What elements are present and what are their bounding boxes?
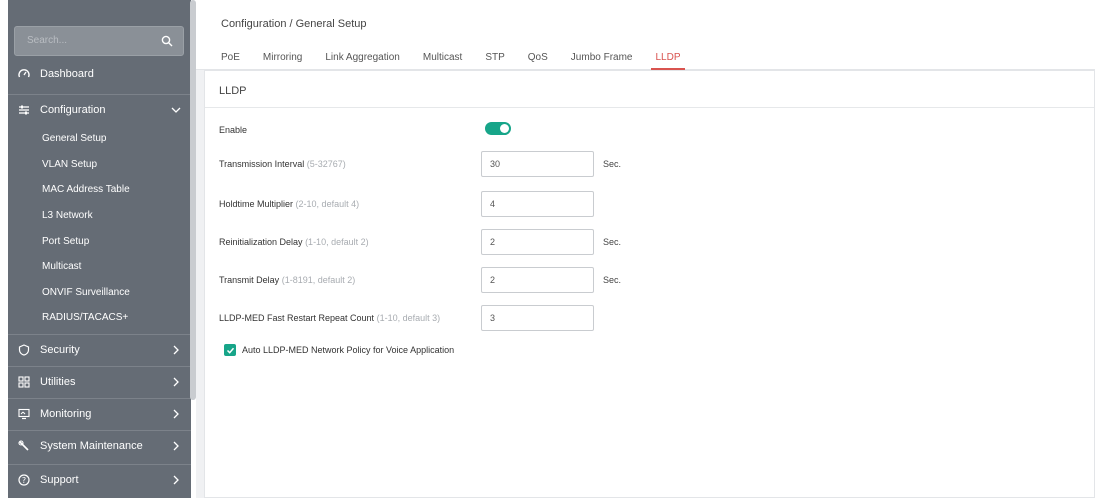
grid-icon	[17, 375, 31, 389]
search-placeholder: Search...	[27, 35, 68, 46]
sidebar-subitem-mac-address-table[interactable]: MAC Address Table	[42, 184, 130, 195]
sidebar-subitem-l3-network[interactable]: L3 Network	[42, 210, 93, 221]
help-icon: ?	[17, 473, 31, 487]
tab-jumbo-frame[interactable]: Jumbo Frame	[571, 52, 633, 70]
reinitialization-delay-input[interactable]: 2	[481, 229, 594, 255]
sidebar-item-label: Monitoring	[40, 407, 92, 420]
transmit-delay-label: Transmit Delay (1-8191, default 2)	[219, 275, 355, 285]
divider	[205, 107, 1094, 108]
sidebar: Search... Dashboard Configuration Genera…	[0, 0, 196, 498]
sidebar-item-label: Configuration	[40, 103, 106, 116]
sidebar-item-label: Support	[40, 473, 79, 486]
sliders-icon	[17, 103, 31, 117]
chevron-right-icon	[173, 475, 179, 485]
field-hint: (5-32767)	[306, 159, 346, 169]
sidebar-subitem-vlan-setup[interactable]: VLAN Setup	[42, 159, 97, 170]
holdtime-multiplier-input[interactable]: 4	[481, 191, 594, 217]
chevron-down-icon	[171, 107, 181, 113]
transmit-delay-input[interactable]: 2	[481, 267, 594, 293]
sidebar-item-monitoring[interactable]: Monitoring	[8, 398, 191, 428]
transmission-interval-input[interactable]: 30	[481, 151, 594, 177]
chevron-right-icon	[173, 441, 179, 451]
tab-bar: PoE Mirroring Link Aggregation Multicast…	[221, 52, 704, 70]
sidebar-subitem-onvif-surveillance[interactable]: ONVIF Surveillance	[42, 287, 130, 298]
reinitialization-delay-unit: Sec.	[603, 237, 622, 247]
tab-multicast[interactable]: Multicast	[423, 52, 462, 70]
field-hint: (1-10, default 3)	[376, 313, 441, 323]
transmission-interval-unit: Sec.	[603, 159, 622, 169]
sidebar-item-label: System Maintenance	[40, 439, 143, 452]
sidebar-item-security[interactable]: Security	[8, 334, 191, 364]
check-icon	[226, 347, 234, 354]
topbar: Configuration / General Setup PoE Mirror…	[196, 0, 1095, 70]
sidebar-item-configuration[interactable]: Configuration	[8, 94, 191, 124]
tab-poe[interactable]: PoE	[221, 52, 240, 70]
sidebar-item-label: Security	[40, 343, 80, 356]
field-hint: (1-8191, default 2)	[281, 275, 356, 285]
wrench-icon	[17, 439, 31, 453]
sidebar-item-support[interactable]: ? Support	[8, 464, 191, 494]
dashboard-icon	[17, 67, 31, 81]
field-label: Transmit Delay	[219, 275, 280, 285]
svg-text:?: ?	[22, 475, 26, 484]
sidebar-item-dashboard[interactable]: Dashboard	[8, 59, 191, 89]
fast-restart-count-input[interactable]: 3	[481, 305, 594, 331]
sidebar-subitem-general-setup[interactable]: General Setup	[42, 133, 107, 144]
voice-policy-label: Auto LLDP-MED Network Policy for Voice A…	[242, 345, 455, 355]
monitor-icon	[17, 407, 31, 421]
tab-qos[interactable]: QoS	[528, 52, 548, 70]
sidebar-item-utilities[interactable]: Utilities	[8, 366, 191, 396]
sidebar-subitem-radius-tacacs[interactable]: RADIUS/TACACS+	[42, 312, 128, 323]
field-label: Reinitialization Delay	[219, 237, 303, 247]
field-label: LLDP-MED Fast Restart Repeat Count	[219, 313, 375, 323]
sidebar-item-label: Utilities	[40, 375, 76, 388]
chevron-right-icon	[173, 345, 179, 355]
breadcrumb: Configuration / General Setup	[221, 18, 367, 30]
panel-title: LLDP	[219, 85, 247, 97]
transmission-interval-label: Transmission Interval (5-32767)	[219, 159, 346, 169]
tab-lldp[interactable]: LLDP	[651, 52, 685, 70]
enable-toggle[interactable]	[485, 122, 511, 135]
sidebar-item-label: Dashboard	[40, 68, 94, 80]
sidebar-subitem-multicast[interactable]: Multicast	[42, 261, 81, 272]
shield-icon	[17, 343, 31, 357]
field-hint: (1-10, default 2)	[305, 237, 369, 247]
voice-policy-checkbox[interactable]	[224, 344, 236, 356]
search-input[interactable]: Search...	[14, 26, 184, 56]
field-label: Holdtime Multiplier	[219, 199, 294, 209]
enable-label: Enable	[219, 125, 248, 135]
field-hint: (2-10, default 4)	[295, 199, 360, 209]
tab-stp[interactable]: STP	[485, 52, 504, 70]
tab-link-aggregation[interactable]: Link Aggregation	[325, 52, 400, 70]
sidebar-panel: Search... Dashboard Configuration Genera…	[8, 0, 191, 498]
sidebar-subitem-port-setup[interactable]: Port Setup	[42, 236, 89, 247]
field-label: Transmission Interval	[219, 159, 305, 169]
tab-mirroring[interactable]: Mirroring	[263, 52, 302, 70]
lldp-panel: LLDP Enable Transmission Interval (5-327…	[204, 70, 1095, 498]
chevron-right-icon	[173, 409, 179, 419]
main-area: Configuration / General Setup PoE Mirror…	[196, 0, 1095, 498]
search-icon[interactable]	[161, 35, 173, 47]
fast-restart-count-label: LLDP-MED Fast Restart Repeat Count (1-10…	[219, 313, 440, 323]
reinitialization-delay-label: Reinitialization Delay (1-10, default 2)	[219, 237, 369, 247]
sidebar-item-system-maintenance[interactable]: System Maintenance	[8, 430, 191, 460]
transmit-delay-unit: Sec.	[603, 275, 622, 285]
holdtime-multiplier-label: Holdtime Multiplier (2-10, default 4)	[219, 199, 359, 209]
chevron-right-icon	[173, 377, 179, 387]
toggle-knob	[500, 124, 509, 133]
